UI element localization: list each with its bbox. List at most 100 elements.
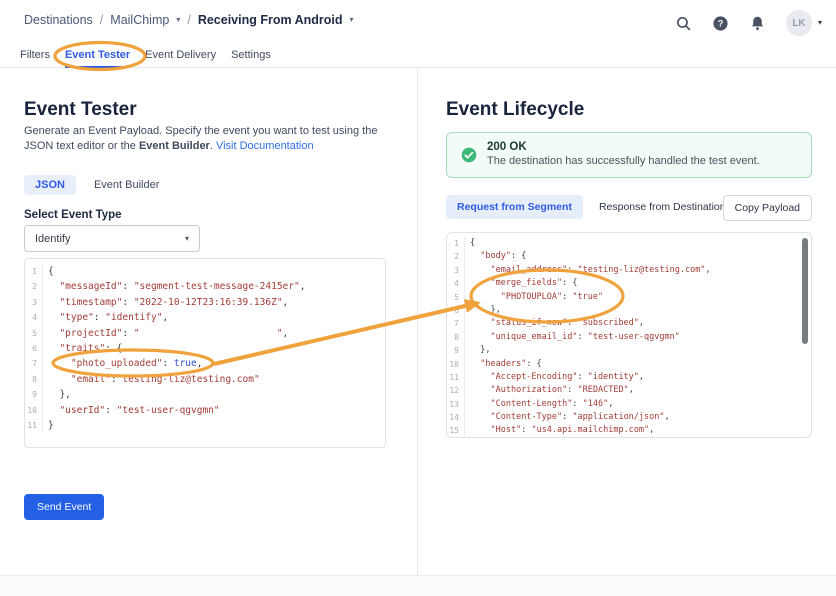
page-description: Generate an Event Payload. Specify the e… (24, 124, 396, 154)
code-line: 11 "Accept-Encoding": "identity", (447, 371, 811, 384)
tab-json[interactable]: JSON (24, 175, 76, 195)
line-number: 6 (25, 341, 43, 356)
breadcrumb-mailchimp[interactable]: MailChimp (110, 13, 169, 27)
breadcrumb: Destinations / MailChimp ▾ / Receiving F… (24, 13, 354, 27)
chevron-down-icon[interactable]: ▾ (350, 16, 354, 24)
code-line: 4 "merge_fields": { (447, 277, 811, 290)
code-line: 5 "PHOTOUPLOA": "true" (447, 291, 811, 304)
chevron-down-icon: ▾ (185, 235, 189, 243)
code-line: 3 "email_address": "testing-liz@testing.… (447, 264, 811, 277)
line-number: 3 (447, 264, 465, 277)
notifications-bell-icon[interactable] (749, 14, 767, 32)
line-number: 8 (447, 331, 465, 344)
code-line: 6 }, (447, 304, 811, 317)
code-line: 9 }, (447, 344, 811, 357)
code-line: 3 "timestamp": "2022-10-12T23:16:39.136Z… (25, 295, 385, 310)
event-tester-page: Destinations / MailChimp ▾ / Receiving F… (0, 0, 836, 596)
tab-event-builder[interactable]: Event Builder (88, 175, 165, 195)
line-number: 2 (25, 279, 43, 294)
event-type-value: Identify (35, 233, 70, 245)
line-number: 9 (447, 344, 465, 357)
user-menu[interactable]: LK ▾ (786, 10, 822, 36)
payload-tabs: Request from Segment Response from Desti… (446, 195, 732, 219)
line-number: 3 (25, 295, 43, 310)
status-alert: 200 OK The destination has successfully … (446, 132, 812, 178)
code-line: 5 "projectId": " ", (25, 326, 385, 341)
line-number: 5 (25, 326, 43, 341)
line-number: 1 (447, 237, 465, 250)
chevron-down-icon[interactable]: ▾ (176, 16, 180, 24)
success-check-icon (461, 147, 477, 163)
line-number: 4 (25, 310, 43, 325)
page-footer (0, 575, 836, 596)
code-line: 2 "messageId": "segment-test-message-241… (25, 279, 385, 294)
line-number: 10 (25, 403, 43, 418)
lifecycle-title: Event Lifecycle (446, 99, 584, 121)
line-number: 14 (447, 411, 465, 424)
tab-filters[interactable]: Filters (20, 44, 50, 67)
copy-payload-button[interactable]: Copy Payload (723, 195, 812, 221)
page-title: Event Tester (24, 99, 137, 121)
breadcrumb-destinations[interactable]: Destinations (24, 13, 93, 27)
send-event-button[interactable]: Send Event (24, 494, 104, 520)
line-number: 8 (25, 372, 43, 387)
panel-divider (417, 68, 418, 575)
tab-response-from-destination[interactable]: Response from Destination (593, 195, 732, 219)
line-number: 10 (447, 358, 465, 371)
code-line: 8 "email":"testing-liz@testing.com" (25, 372, 385, 387)
tab-request-from-segment[interactable]: Request from Segment (446, 195, 583, 219)
line-number: 5 (447, 291, 465, 304)
code-line: 6 "traits": { (25, 341, 385, 356)
tab-event-tester[interactable]: Event Tester (65, 44, 130, 67)
payload-viewer[interactable]: 1{2 "body": {3 "email_address": "testing… (446, 232, 812, 438)
code-line: 8 "unique_email_id": "test-user-qgvgmn" (447, 331, 811, 344)
code-line: 14 "Content-Type": "application/json", (447, 411, 811, 424)
description-bold: Event Builder (139, 140, 210, 152)
line-number: 6 (447, 304, 465, 317)
code-line: 12 "Authorization": "REDACTED", (447, 384, 811, 397)
topbar-icons: ? LK ▾ (675, 10, 822, 36)
help-icon[interactable]: ? (712, 14, 730, 32)
code-line: 9 }, (25, 387, 385, 402)
line-number: 7 (25, 356, 43, 371)
code-line: 1{ (25, 264, 385, 279)
visit-documentation-link[interactable]: Visit Documentation (216, 140, 314, 152)
code-line: 11} (25, 418, 385, 433)
search-icon[interactable] (675, 14, 693, 32)
breadcrumb-separator: / (187, 13, 190, 27)
chevron-down-icon[interactable]: ▾ (818, 19, 822, 27)
event-type-select[interactable]: Identify ▾ (24, 225, 200, 252)
status-message: The destination has successfully handled… (487, 155, 801, 167)
json-editor[interactable]: 1{2 "messageId": "segment-test-message-2… (24, 258, 386, 448)
destination-tabbar: Filters Event Tester Event Delivery Sett… (0, 44, 836, 68)
code-line: 13 "Content-Length": "146", (447, 398, 811, 411)
line-number: 9 (25, 387, 43, 402)
line-number: 12 (447, 384, 465, 397)
status-code: 200 OK (487, 141, 801, 153)
code-line: 7 "photo_uploaded": true, (25, 356, 385, 371)
editor-mode-tabs: JSON Event Builder (24, 175, 165, 195)
line-number: 11 (447, 371, 465, 384)
tab-event-delivery[interactable]: Event Delivery (145, 44, 216, 67)
code-line: 15 "Host": "us4.api.mailchimp.com", (447, 424, 811, 437)
breadcrumb-separator: / (100, 13, 103, 27)
line-number: 2 (447, 250, 465, 263)
line-number: 7 (447, 317, 465, 330)
code-line: 1{ (447, 237, 811, 250)
event-type-label: Select Event Type (24, 209, 122, 221)
breadcrumb-current[interactable]: Receiving From Android (198, 13, 343, 27)
json-editor-body[interactable]: 1{2 "messageId": "segment-test-message-2… (25, 259, 385, 433)
code-line: 7 "status_if_new": "subscribed", (447, 317, 811, 330)
code-line: 2 "body": { (447, 250, 811, 263)
line-number: 1 (25, 264, 43, 279)
line-number: 11 (25, 418, 43, 433)
line-number: 4 (447, 277, 465, 290)
line-number: 13 (447, 398, 465, 411)
avatar[interactable]: LK (786, 10, 812, 36)
tab-settings[interactable]: Settings (231, 44, 271, 67)
line-number: 15 (447, 424, 465, 437)
payload-viewer-body: 1{2 "body": {3 "email_address": "testing… (447, 233, 811, 438)
scrollbar[interactable] (802, 238, 808, 344)
code-line: 4 "type": "identify", (25, 310, 385, 325)
code-line: 10 "userId": "test-user-qgvgmn" (25, 403, 385, 418)
